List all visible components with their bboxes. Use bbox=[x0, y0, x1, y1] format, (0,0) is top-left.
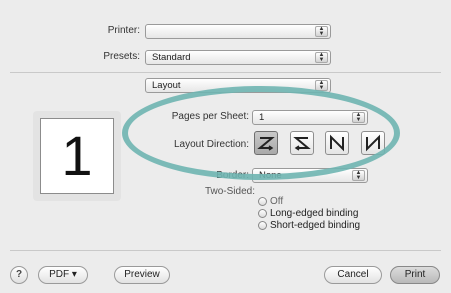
radio-button[interactable] bbox=[258, 209, 267, 218]
direction-z-icon bbox=[257, 137, 275, 151]
two-sided-off-label: Off bbox=[270, 196, 284, 207]
direction-reverse-n-button[interactable] bbox=[361, 131, 385, 155]
border-popup[interactable]: None ▲ ▼ bbox=[252, 168, 368, 183]
short-edged-binding-label: Short-edged binding bbox=[270, 220, 361, 231]
preview-button[interactable]: Preview bbox=[114, 266, 170, 284]
two-sided-off-option[interactable]: Off bbox=[258, 196, 283, 207]
direction-n-button[interactable] bbox=[325, 131, 349, 155]
panel-value: Layout bbox=[152, 80, 181, 91]
popup-arrows-icon: ▲ ▼ bbox=[315, 52, 328, 63]
short-edged-binding-option[interactable]: Short-edged binding bbox=[258, 220, 360, 231]
print-button[interactable]: Print bbox=[390, 266, 440, 284]
pdf-button[interactable]: PDF ▾ bbox=[38, 266, 88, 284]
cancel-button[interactable]: Cancel bbox=[324, 266, 382, 284]
presets-label: Presets: bbox=[103, 51, 140, 62]
direction-z-button[interactable] bbox=[254, 131, 278, 155]
direction-reverse-z-button[interactable] bbox=[290, 131, 314, 155]
pages-per-sheet-label: Pages per Sheet: bbox=[171, 111, 249, 122]
popup-arrows-icon: ▲ ▼ bbox=[315, 26, 328, 37]
preview-page-number: 1 bbox=[61, 124, 93, 187]
separator bbox=[10, 72, 441, 73]
presets-value: Standard bbox=[152, 52, 191, 63]
page-preview: 1 bbox=[40, 118, 114, 194]
long-edged-binding-option[interactable]: Long-edged binding bbox=[258, 208, 358, 219]
presets-popup[interactable]: Standard ▲ ▼ bbox=[145, 50, 331, 65]
direction-reverse-n-icon bbox=[366, 134, 380, 152]
border-label: Border: bbox=[216, 170, 249, 181]
panel-popup[interactable]: Layout ▲ ▼ bbox=[145, 78, 331, 93]
border-value: None bbox=[259, 170, 282, 181]
popup-arrows-icon: ▲ ▼ bbox=[315, 80, 328, 91]
separator bbox=[10, 250, 441, 251]
radio-button[interactable] bbox=[258, 221, 267, 230]
two-sided-label: Two-Sided: bbox=[204, 186, 255, 197]
direction-reverse-z-icon bbox=[293, 137, 311, 151]
direction-n-icon bbox=[330, 134, 344, 152]
popup-arrows-icon: ▲ ▼ bbox=[352, 170, 365, 181]
pages-per-sheet-popup[interactable]: 1 ▲ ▼ bbox=[252, 110, 368, 125]
popup-arrows-icon: ▲ ▼ bbox=[352, 112, 365, 123]
printer-popup[interactable]: ▲ ▼ bbox=[145, 24, 331, 39]
long-edged-binding-label: Long-edged binding bbox=[270, 208, 359, 219]
layout-direction-label: Layout Direction: bbox=[173, 139, 249, 150]
printer-label: Printer: bbox=[107, 25, 140, 36]
pages-per-sheet-value: 1 bbox=[259, 112, 265, 123]
radio-button[interactable] bbox=[258, 197, 267, 206]
help-button[interactable]: ? bbox=[10, 266, 28, 284]
